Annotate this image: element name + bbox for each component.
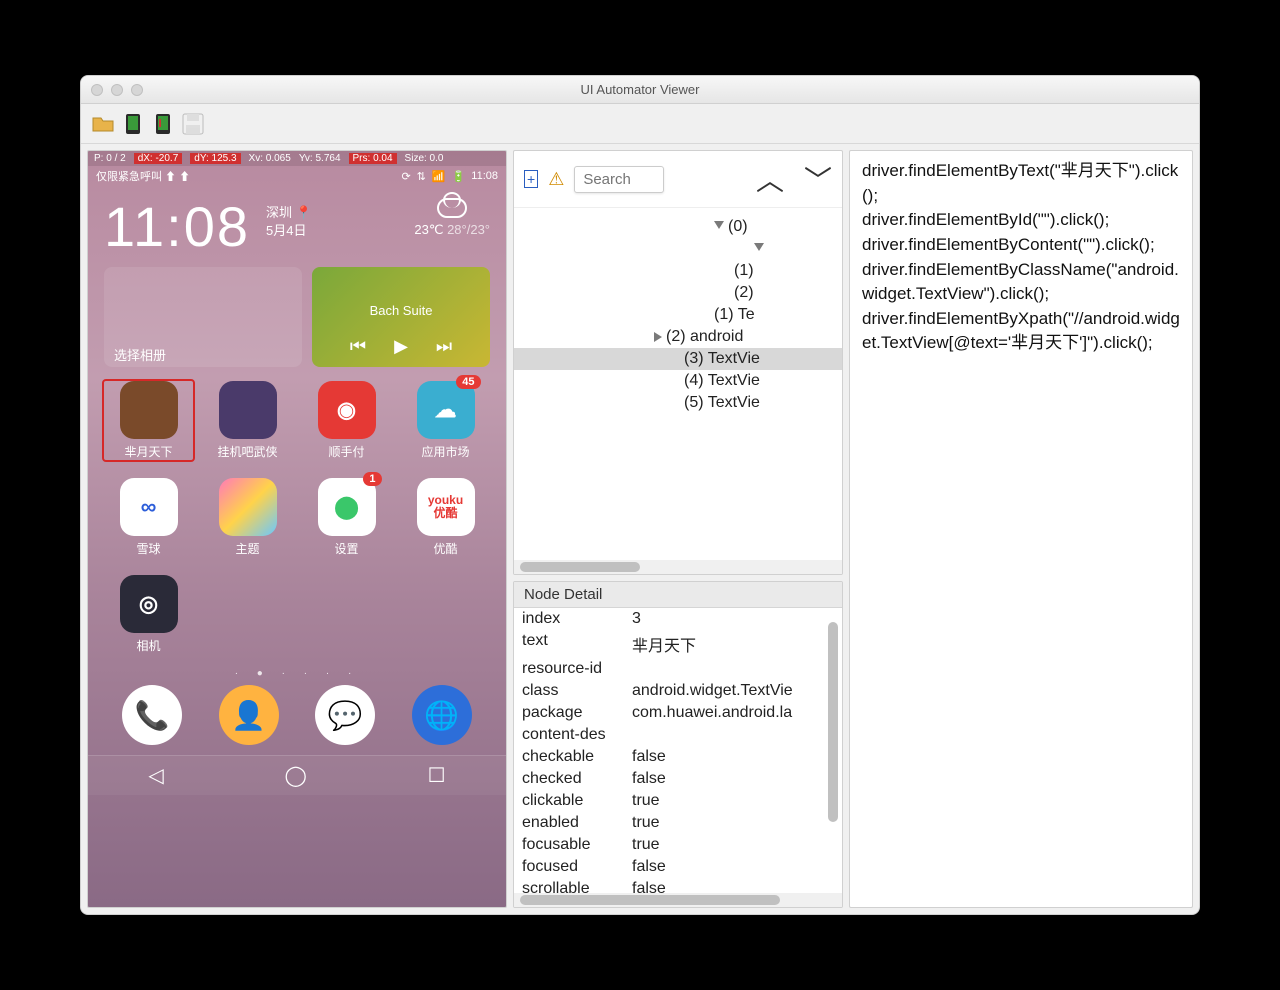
- dock: 📞 👤 💬 🌐: [104, 685, 490, 745]
- device-dump-compressed-icon[interactable]: [151, 112, 175, 136]
- detail-header: Node Detail: [514, 582, 842, 608]
- app-设置[interactable]: ⬤ 1 设置: [302, 478, 391, 557]
- app-label: 相机: [136, 637, 160, 654]
- app-应用市场[interactable]: ☁ 45 应用市场: [401, 381, 490, 460]
- app-挂机吧武侠[interactable]: 挂机吧武侠: [203, 381, 292, 460]
- detail-body[interactable]: index3text芈月天下resource-idclassandroid.wi…: [514, 608, 842, 893]
- detail-row: resource-id: [514, 658, 842, 680]
- app-label: 优酷: [433, 540, 457, 557]
- tree-row[interactable]: (5) TextVie: [514, 392, 842, 414]
- app-window: UI Automator Viewer P: 0 / 2 dX: -20.7 d…: [80, 75, 1200, 915]
- badge: 1: [363, 472, 381, 486]
- toolbar: [81, 104, 1199, 144]
- app-芈月天下[interactable]: 芈月天下: [102, 379, 195, 462]
- app-label: 主题: [235, 540, 259, 557]
- app-label: 雪球: [136, 540, 160, 557]
- tree-row[interactable]: (4) TextVie: [514, 370, 842, 392]
- music-widget[interactable]: Bach Suite ⏮ ▶ ⏭: [312, 267, 490, 367]
- titlebar[interactable]: UI Automator Viewer: [81, 76, 1199, 104]
- device-dump-icon[interactable]: [121, 112, 145, 136]
- warning-icon[interactable]: ⚠: [548, 169, 564, 190]
- h-scrollbar[interactable]: [514, 893, 842, 907]
- app-label: 设置: [334, 540, 358, 557]
- detail-row: focusedfalse: [514, 856, 842, 878]
- navbar: ◁ ◯ ☐: [88, 755, 506, 795]
- back-icon[interactable]: ◁: [148, 763, 163, 788]
- save-icon[interactable]: [181, 112, 205, 136]
- dock-item[interactable]: 🌐: [412, 685, 472, 745]
- detail-row: focusabletrue: [514, 834, 842, 856]
- device-screenshot[interactable]: P: 0 / 2 dX: -20.7 dY: 125.3 Xv: 0.065 Y…: [87, 150, 507, 908]
- tree-row[interactable]: (1): [514, 260, 842, 282]
- app-主题[interactable]: 主题: [203, 478, 292, 557]
- app-雪球[interactable]: ∞ 雪球: [104, 478, 193, 557]
- dock-item[interactable]: 📞: [122, 685, 182, 745]
- v-scrollbar[interactable]: [828, 612, 840, 889]
- detail-row: scrollablefalse: [514, 878, 842, 893]
- prev-icon[interactable]: ⏮: [350, 336, 366, 357]
- clock-widget: 11:08 深圳 📍 5月4日 23℃ 28°/23°: [104, 194, 490, 259]
- tree-row[interactable]: [514, 238, 842, 260]
- tree-row[interactable]: (3) TextVie: [514, 348, 842, 370]
- detail-row: enabledtrue: [514, 812, 842, 834]
- recent-icon[interactable]: ☐: [428, 763, 446, 788]
- page-dots: · ● · · · ·: [88, 668, 506, 679]
- dock-item[interactable]: 💬: [315, 685, 375, 745]
- album-widget[interactable]: 选择相册: [104, 267, 302, 367]
- detail-row: checkedfalse: [514, 768, 842, 790]
- app-label: 应用市场: [421, 443, 469, 460]
- detail-row: index3: [514, 608, 842, 630]
- app-label: 顺手付: [328, 443, 364, 460]
- next-match-icon[interactable]: ﹀: [804, 159, 832, 199]
- app-优酷[interactable]: youku优酷 优酷: [401, 478, 490, 557]
- tree-row[interactable]: (2): [514, 282, 842, 304]
- code-panel[interactable]: driver.findElementByText("芈月天下").click()…: [849, 150, 1193, 908]
- clock-time: 11:08: [104, 194, 250, 259]
- badge: 45: [456, 375, 480, 389]
- detail-row: clickabletrue: [514, 790, 842, 812]
- weather-widget: 23℃ 28°/23°: [414, 194, 490, 238]
- dock-item[interactable]: 👤: [219, 685, 279, 745]
- status-bar: 仅限紧急呼叫 ⬆ ⬆ ⟳⇅📶🔋11:08: [88, 166, 506, 186]
- app-grid: 芈月天下 挂机吧武侠 ◉ 顺手付 ☁ 45 应用市场 ∞ 雪球 主题: [104, 381, 490, 654]
- h-scrollbar[interactable]: [514, 560, 842, 574]
- app-顺手付[interactable]: ◉ 顺手付: [302, 381, 391, 460]
- pointer-overlay: P: 0 / 2 dX: -20.7 dY: 125.3 Xv: 0.065 Y…: [88, 151, 506, 166]
- code-text: driver.findElementByText("芈月天下").click()…: [862, 159, 1180, 356]
- prev-match-icon[interactable]: ︿: [756, 159, 784, 199]
- hierarchy-tree: + ⚠ ︿ ﹀ (0) (1)(2)(1) Te(2) android(3) Te…: [513, 150, 843, 575]
- play-icon[interactable]: ▶: [394, 336, 408, 357]
- search-input[interactable]: [574, 166, 664, 193]
- tree-row[interactable]: (0): [514, 216, 842, 238]
- home-icon[interactable]: ◯: [285, 763, 307, 788]
- detail-row: content-des: [514, 724, 842, 746]
- open-icon[interactable]: [91, 112, 115, 136]
- tree-row[interactable]: (2) android: [514, 326, 842, 348]
- app-相机[interactable]: ◎ 相机: [104, 575, 193, 654]
- window-title: UI Automator Viewer: [81, 82, 1199, 97]
- tree-body[interactable]: (0) (1)(2)(1) Te(2) android(3) TextVie(4)…: [514, 208, 842, 560]
- detail-row: checkablefalse: [514, 746, 842, 768]
- tree-row[interactable]: (1) Te: [514, 304, 842, 326]
- next-icon[interactable]: ⏭: [436, 336, 452, 357]
- detail-row: text芈月天下: [514, 630, 842, 658]
- expand-icon[interactable]: +: [524, 170, 538, 188]
- detail-row: classandroid.widget.TextVie: [514, 680, 842, 702]
- node-detail: Node Detail index3text芈月天下resource-idcla…: [513, 581, 843, 908]
- app-label: 芈月天下: [124, 443, 172, 460]
- detail-row: packagecom.huawei.android.la: [514, 702, 842, 724]
- app-label: 挂机吧武侠: [217, 443, 277, 460]
- cloud-icon: [437, 198, 467, 218]
